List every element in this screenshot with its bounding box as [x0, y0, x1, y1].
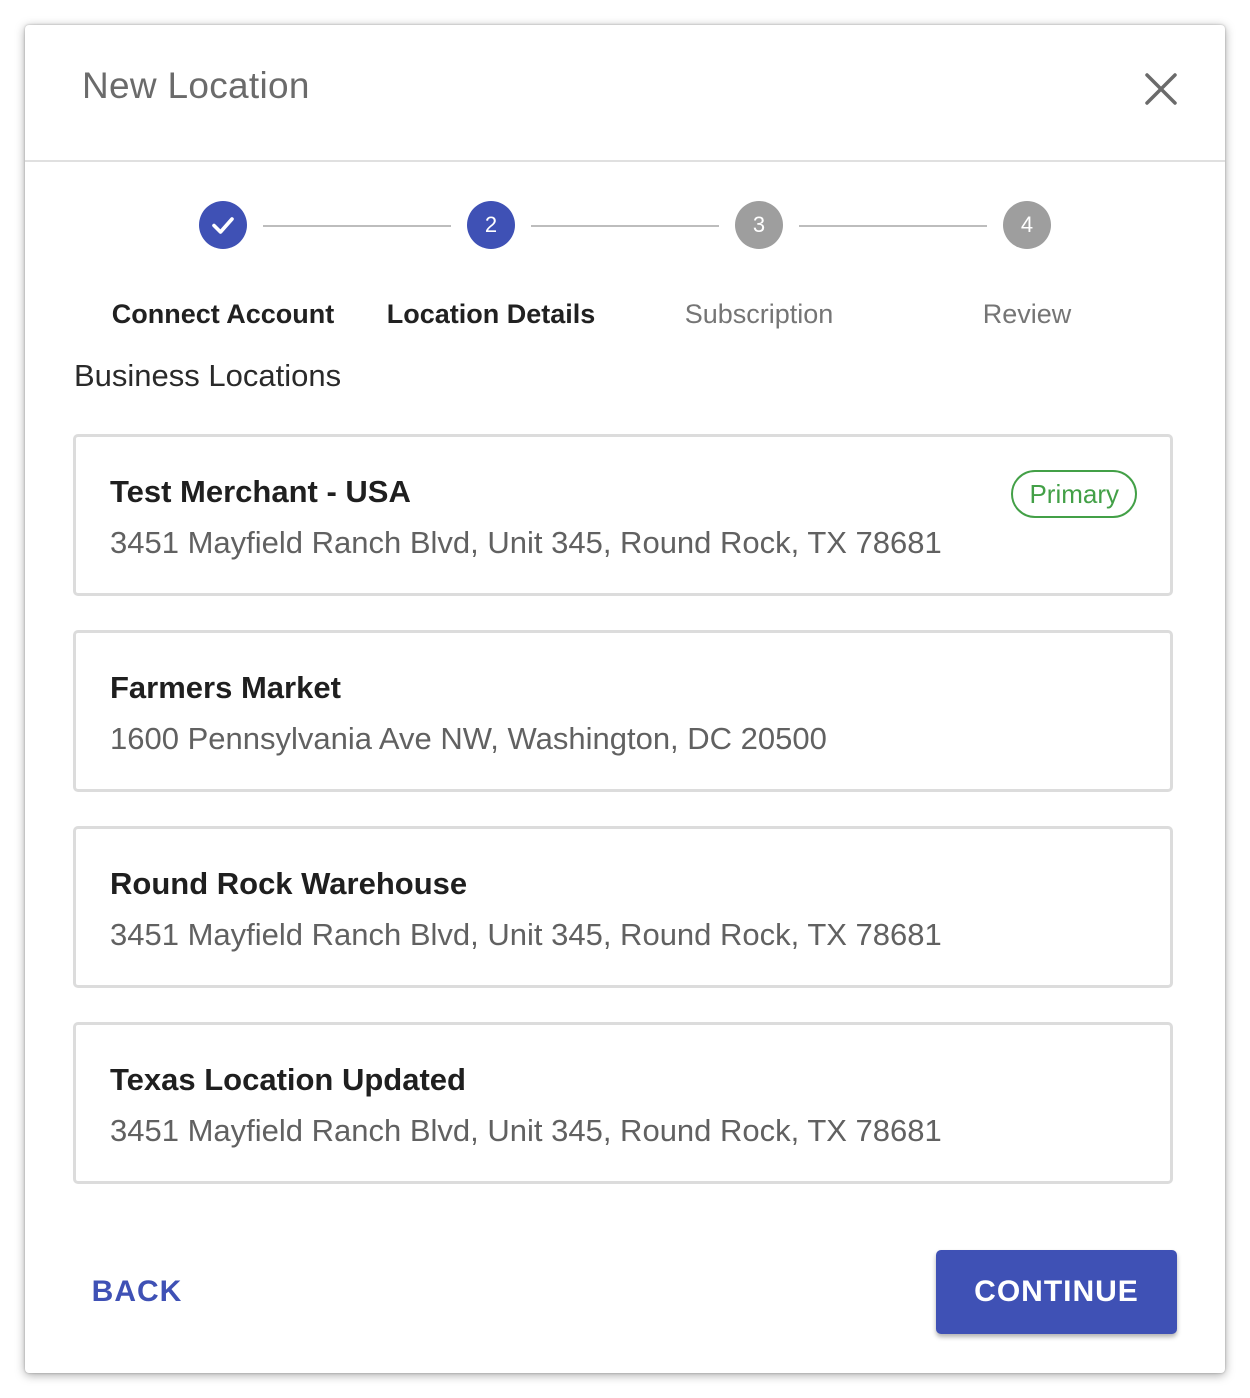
section-title: Business Locations	[74, 358, 342, 393]
location-card[interactable]: Round Rock Warehouse 3451 Mayfield Ranch…	[73, 826, 1173, 988]
primary-badge: Primary	[1011, 470, 1137, 518]
step-review: 4 Review	[897, 201, 1157, 330]
step-label: Location Details	[386, 299, 596, 329]
back-button[interactable]: BACK	[77, 1250, 197, 1334]
location-name: Test Merchant - USA	[110, 474, 411, 509]
stepper: Connect Account 2 Location Details 3 Sub…	[25, 185, 1225, 365]
continue-button[interactable]: CONTINUE	[936, 1250, 1177, 1334]
location-name: Farmers Market	[110, 670, 341, 705]
dialog-title: New Location	[82, 65, 310, 106]
location-card[interactable]: Texas Location Updated 3451 Mayfield Ran…	[73, 1022, 1173, 1184]
step-label: Connect Account	[111, 299, 335, 329]
location-list: Test Merchant - USA 3451 Mayfield Ranch …	[73, 434, 1177, 1218]
dialog-header: New Location	[25, 25, 1225, 162]
location-address: 1600 Pennsylvania Ave NW, Washington, DC…	[110, 721, 827, 756]
new-location-dialog: New Location Connect Account 2 Location …	[25, 25, 1225, 1373]
step-circle: 2	[467, 201, 515, 249]
step-circle	[199, 201, 247, 249]
step-label: Subscription	[684, 299, 834, 329]
check-icon	[212, 217, 234, 234]
location-card[interactable]: Farmers Market 1600 Pennsylvania Ave NW,…	[73, 630, 1173, 792]
location-address: 3451 Mayfield Ranch Blvd, Unit 345, Roun…	[110, 917, 942, 952]
close-icon	[1145, 73, 1177, 105]
step-subscription: 3 Subscription	[629, 201, 889, 330]
location-card[interactable]: Test Merchant - USA 3451 Mayfield Ranch …	[73, 434, 1173, 596]
step-circle: 3	[735, 201, 783, 249]
location-name: Round Rock Warehouse	[110, 866, 468, 901]
location-address: 3451 Mayfield Ranch Blvd, Unit 345, Roun…	[110, 1113, 942, 1148]
close-button[interactable]	[1141, 69, 1181, 109]
location-name: Texas Location Updated	[110, 1062, 466, 1097]
location-address: 3451 Mayfield Ranch Blvd, Unit 345, Roun…	[110, 525, 942, 560]
step-location-details: 2 Location Details	[361, 201, 621, 330]
step-connect-account: Connect Account	[93, 201, 353, 330]
step-label: Review	[982, 299, 1072, 329]
step-circle: 4	[1003, 201, 1051, 249]
